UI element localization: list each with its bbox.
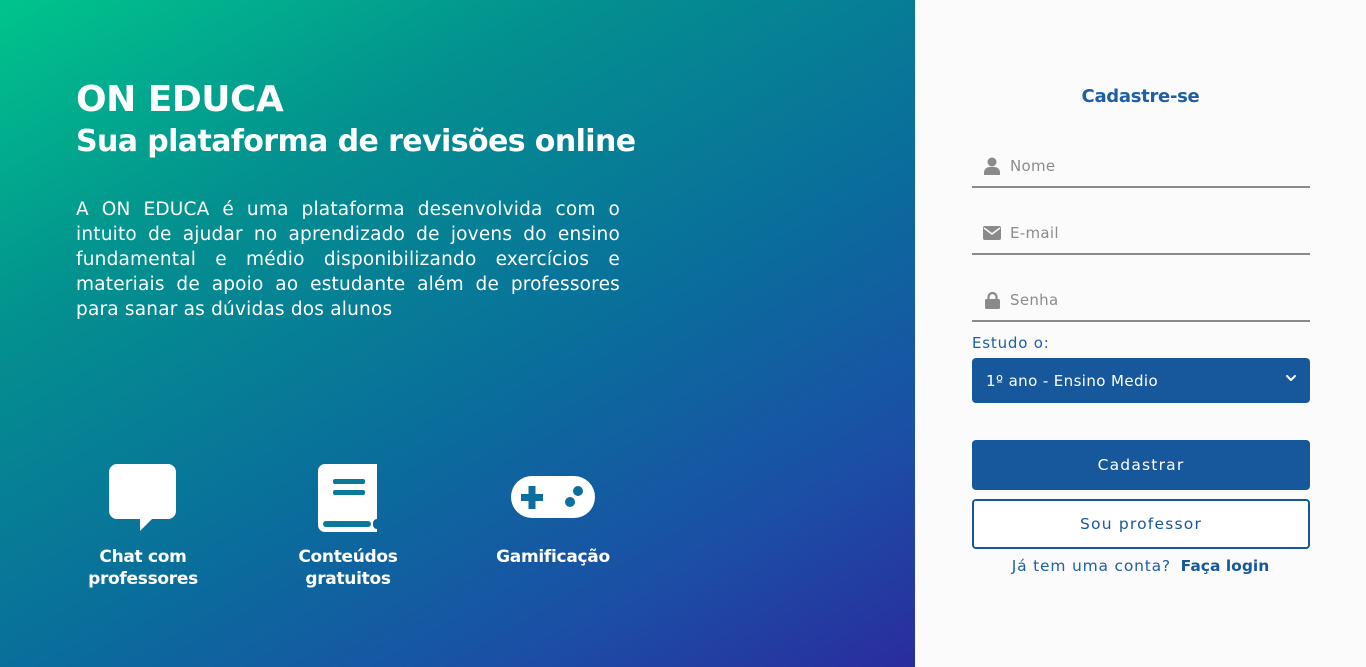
hero-tagline: Sua plataforma de revisões online [76, 124, 636, 159]
name-field [972, 146, 1310, 188]
name-input[interactable] [1010, 146, 1310, 186]
login-link[interactable]: Faça login [1181, 557, 1270, 575]
password-input[interactable] [1010, 280, 1310, 320]
envelope-icon [972, 226, 1010, 240]
email-field [972, 213, 1310, 255]
chevron-down-icon [1284, 371, 1298, 389]
gamepad-icon [478, 460, 628, 536]
feature-chat: Chat com professores [68, 460, 218, 590]
feature-content-label: Conteúdos gratuitos [298, 547, 398, 589]
feature-content: Conteúdos gratuitos [273, 460, 423, 590]
user-icon [972, 157, 1010, 175]
signup-panel: Cadastre-se Estudo o: 1º ano [915, 0, 1366, 667]
password-field [972, 280, 1310, 322]
cadastrar-button[interactable]: Cadastrar [972, 440, 1310, 490]
brand-title: ON EDUCA [76, 79, 284, 120]
teacher-button[interactable]: Sou professor [972, 499, 1310, 549]
feature-game: Gamificação [478, 460, 628, 568]
study-select-value: 1º ano - Ensino Medio [986, 371, 1159, 390]
study-select[interactable]: 1º ano - Ensino Medio [972, 358, 1310, 403]
lock-icon [972, 291, 1010, 309]
hero-section: ON EDUCA Sua plataforma de revisões onli… [0, 0, 915, 667]
email-input[interactable] [1010, 213, 1310, 253]
chat-bubble-icon [68, 460, 218, 536]
hero-description: A ON EDUCA é uma plataforma desenvolvida… [76, 199, 620, 320]
book-icon [273, 460, 423, 536]
feature-chat-label: Chat com professores [88, 547, 198, 589]
login-prompt: Já tem uma conta? Faça login [915, 557, 1366, 575]
signup-title: Cadastre-se [1081, 86, 1200, 107]
feature-game-label: Gamificação [496, 547, 610, 567]
study-label: Estudo o: [972, 334, 1050, 352]
have-account-text: Já tem uma conta? [1011, 557, 1171, 575]
